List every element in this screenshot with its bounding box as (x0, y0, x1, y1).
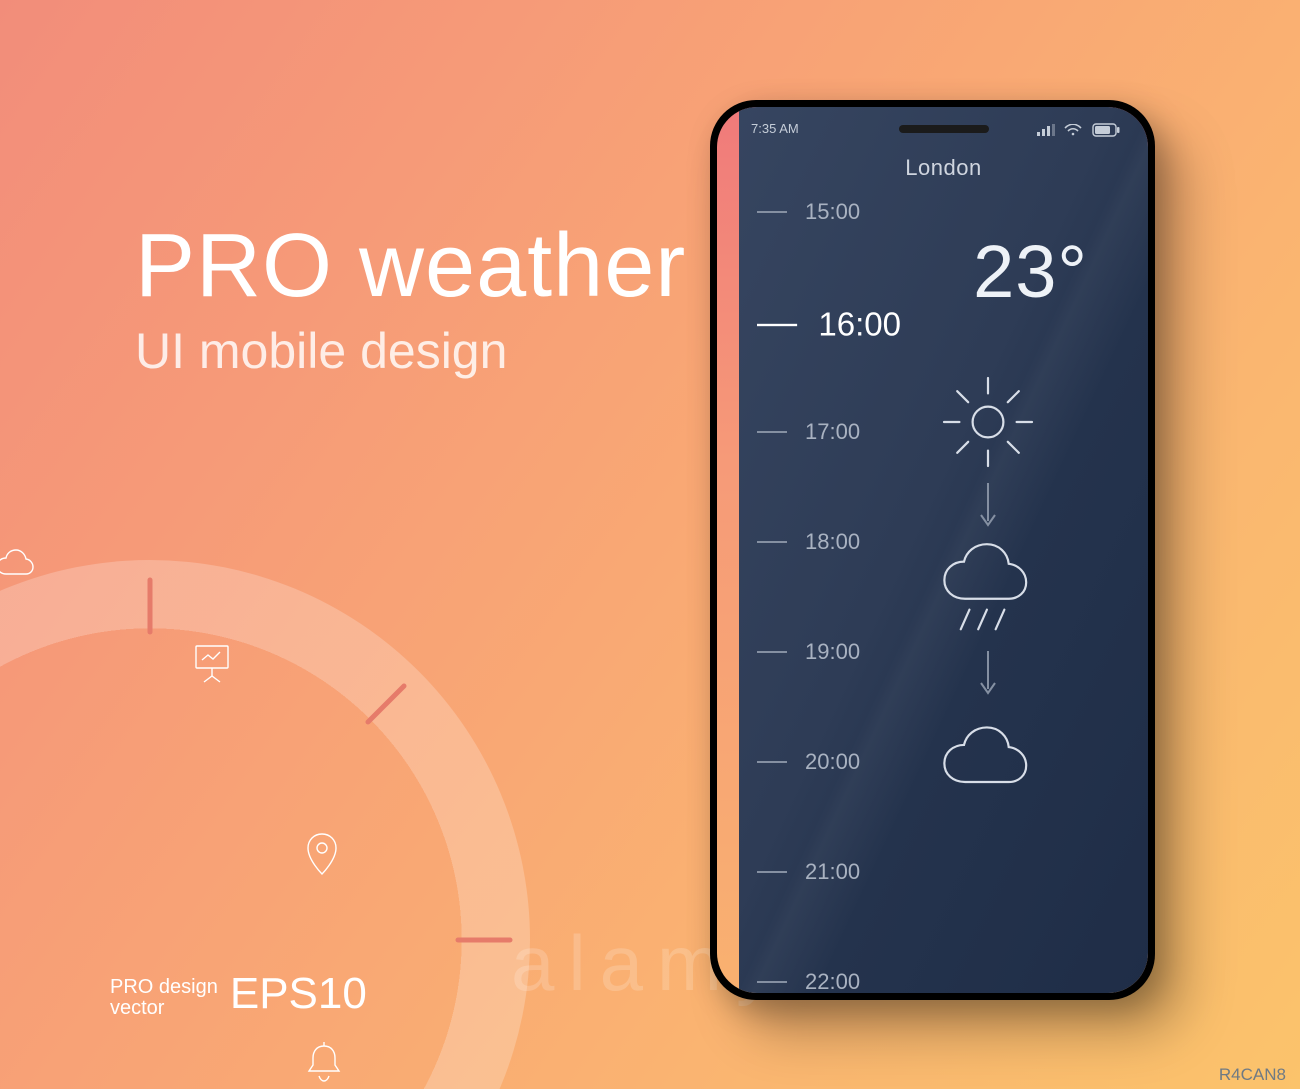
badge-line2: vector (110, 998, 218, 1019)
cloud-icon (928, 703, 1048, 813)
timeline-row[interactable]: 18:00 (757, 529, 860, 555)
status-bar: 7:35 AM (739, 121, 1148, 137)
arrow-down-icon (978, 477, 998, 535)
timeline-tick (757, 211, 787, 213)
battery-icon (1092, 123, 1120, 137)
promo-canvas: alamy R4CAN8 PRO weather UI mobile desig… (0, 0, 1300, 1089)
timeline-hour: 16:00 (818, 306, 901, 344)
current-temperature: 23° (973, 229, 1088, 314)
timeline-tick (757, 541, 787, 543)
timeline-hour: 18:00 (805, 529, 860, 555)
timeline-tick (757, 871, 787, 873)
location-label[interactable]: London (739, 107, 1148, 181)
timeline-hour: 22:00 (805, 969, 860, 993)
title-rest: weather (359, 216, 686, 316)
timeline-row[interactable]: 15:00 (757, 199, 860, 225)
page-subtitle: UI mobile design (135, 322, 686, 380)
timeline-row[interactable]: 20:00 (757, 749, 860, 775)
vector-badge: PRO design vector EPS10 (110, 969, 367, 1019)
presentation-icon (188, 638, 244, 694)
device-frame: 7:35 AM London 15:00 16:00 17:00 18:00 19:00… (710, 100, 1155, 1000)
timeline-row[interactable]: 17:00 (757, 419, 860, 445)
timeline-row[interactable]: 22:00 (757, 969, 860, 993)
device-screen[interactable]: 7:35 AM London 15:00 16:00 17:00 18:00 19:00… (717, 107, 1148, 993)
timeline-row[interactable]: 21:00 (757, 859, 860, 885)
bell-icon (300, 1040, 356, 1089)
timeline-hour: 15:00 (805, 199, 860, 225)
cloud-icon (0, 542, 46, 598)
timeline-hour: 20:00 (805, 749, 860, 775)
timeline-tick (757, 431, 787, 433)
title-block: PRO weather UI mobile design (135, 215, 686, 380)
timeline-tick (757, 981, 787, 983)
badge-line1: PRO design (110, 977, 218, 998)
weather-sequence (908, 367, 1068, 813)
timeline-row[interactable]: 19:00 (757, 639, 860, 665)
page-title: PRO weather (135, 215, 686, 318)
rain-cloud-icon (928, 535, 1048, 645)
status-time: 7:35 AM (751, 121, 799, 136)
timeline-hour: 17:00 (805, 419, 860, 445)
status-icons (1037, 121, 1120, 137)
title-strong: PRO (135, 216, 333, 316)
sun-icon (928, 367, 1048, 477)
wifi-icon (1064, 124, 1082, 136)
badge-eps: EPS10 (230, 969, 367, 1019)
app-surface: 7:35 AM London 15:00 16:00 17:00 18:00 19:00… (739, 107, 1148, 993)
timeline-hour: 21:00 (805, 859, 860, 885)
timeline-tick (757, 761, 787, 763)
location-pin-icon (298, 830, 354, 886)
timeline-tick (757, 324, 797, 326)
timeline-tick (757, 651, 787, 653)
signal-icon (1037, 124, 1055, 136)
arrow-down-icon (978, 645, 998, 703)
watermark-id: R4CAN8 (1219, 1065, 1286, 1085)
timeline-hour: 19:00 (805, 639, 860, 665)
timeline-row[interactable]: 16:00 (757, 306, 901, 344)
